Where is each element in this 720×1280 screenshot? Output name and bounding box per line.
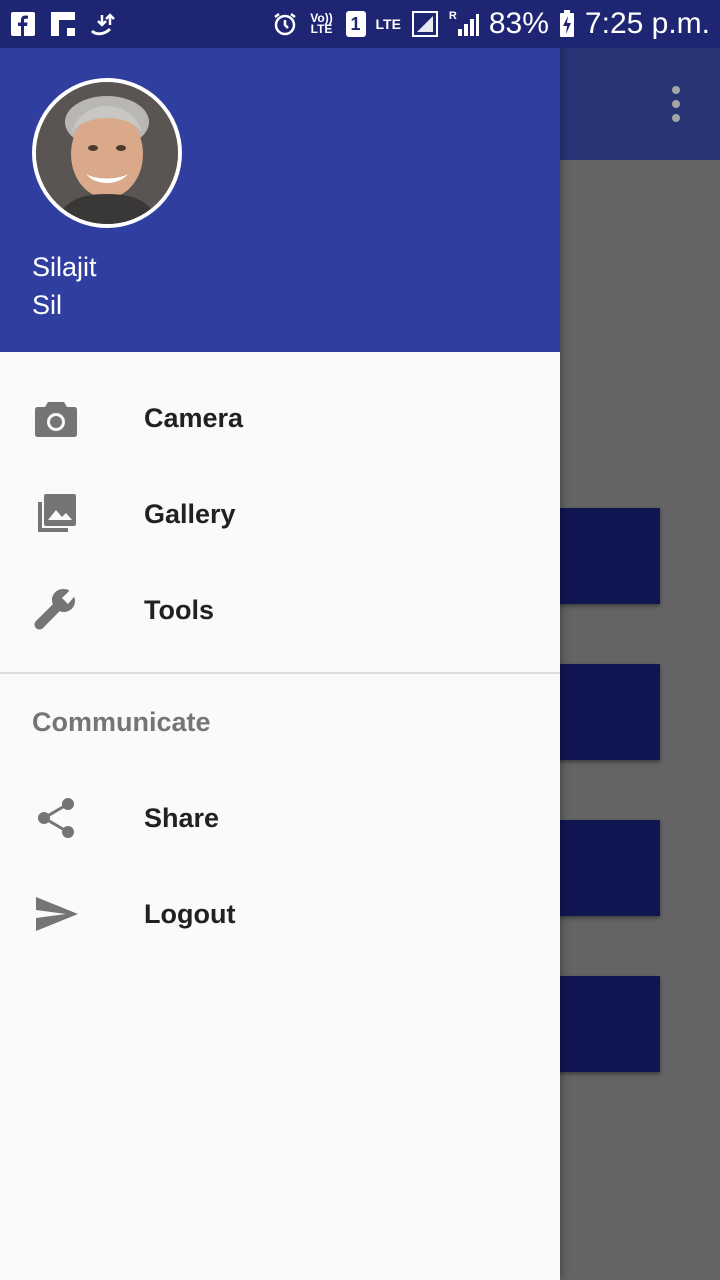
wrench-icon [32,586,80,634]
clock: 7:25 p.m. [584,7,710,40]
sim-icon: 1 [345,11,366,37]
drawer-menu: Camera Gallery Tools Communicate Share L… [0,370,560,962]
menu-item-gallery[interactable]: Gallery [0,466,560,562]
facebook-icon [10,11,36,37]
send-icon [32,890,80,938]
menu-item-label: Tools [144,594,214,625]
user-first-name: Silajit [32,252,97,282]
menu-item-logout[interactable]: Logout [0,866,560,962]
status-bar: Vo)) LTE 1 LTE R 83% 7:25 p.m. [0,0,720,48]
user-last-name: Sil [32,290,63,320]
alarm-icon [272,11,298,37]
volte-label: Vo)) LTE [310,11,333,36]
menu-item-camera[interactable]: Camera [0,370,560,466]
menu-item-share[interactable]: Share [0,770,560,866]
gallery-icon [32,490,80,538]
share-icon [32,794,80,842]
battery-charging-icon [559,10,575,38]
menu-item-label: Gallery [144,498,236,529]
flipboard-icon [50,11,76,37]
menu-item-tools[interactable]: Tools [0,562,560,658]
roaming-signal-icon: R [449,11,479,37]
user-name: Silajit Sil [32,248,232,324]
data-transfer-icon [90,11,118,37]
avatar[interactable] [32,78,182,228]
menu-item-label: Share [144,802,220,833]
menu-item-label: Camera [144,402,244,433]
signal-icon [411,10,439,38]
camera-icon [32,394,80,442]
menu-item-label: Logout [144,898,236,929]
lte-label: LTE [375,15,401,32]
battery-percent: 83% [488,7,549,40]
navigation-drawer: Silajit Sil Camera Gallery Tools Communi… [0,0,560,1280]
section-header-communicate: Communicate [32,706,211,737]
drawer-header: Silajit Sil [0,0,560,352]
